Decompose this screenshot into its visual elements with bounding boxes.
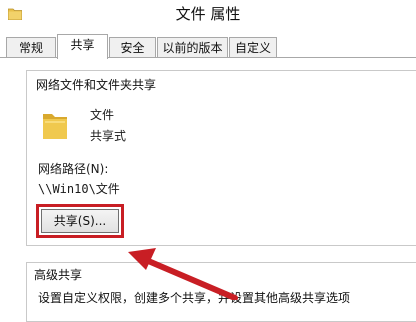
network-path-label: 网络路径(N): [38,162,109,176]
network-share-group-title: 网络文件和文件夹共享 [36,76,157,93]
title-bar: 文件 属性 [0,0,416,30]
window-title: 文件 属性 [175,5,241,23]
advanced-share-group-title: 高级共享 [34,266,83,283]
tab-customize[interactable]: 自定义 [229,37,277,57]
file-name: 文件 [90,108,115,122]
annotation-arrow-icon [128,248,238,300]
tab-general[interactable]: 常规 [6,37,56,57]
tab-sharing[interactable]: 共享 [57,34,108,59]
tab-strip: 常规 共享 安全 以前的版本 自定义 [0,34,416,59]
share-button[interactable]: 共享(S)... [41,209,119,233]
network-path-value: \\Win10\文件 [38,182,120,196]
share-state: 共享式 [90,129,127,143]
tab-security[interactable]: 安全 [109,37,156,57]
folder-icon [43,114,67,139]
tab-previous-versions[interactable]: 以前的版本 [157,37,228,57]
properties-window: 文件 属性 常规 共享 安全 以前的版本 自定义 网络文件和文件夹共享 文件 共… [0,0,416,322]
